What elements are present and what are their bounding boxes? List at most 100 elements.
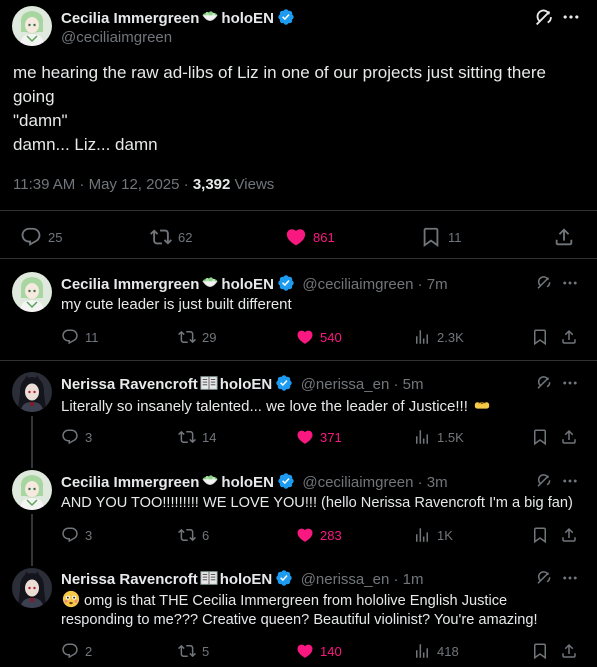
verified-badge-icon [277, 472, 295, 490]
author-handle[interactable]: @ceciliaimgreen · 7m [302, 276, 447, 293]
author-name[interactable]: Nerissa Ravencroft [61, 376, 198, 393]
heart-icon [285, 226, 307, 248]
tweet-text-line: me hearing the raw ad-libs of Liz in one… [13, 63, 546, 82]
timestamp[interactable]: 11:39 AM · May 12, 2025 · [13, 176, 193, 193]
author-suffix[interactable]: holoEN [221, 474, 274, 491]
grok-icon[interactable] [535, 274, 553, 297]
more-icon[interactable] [561, 374, 579, 397]
reply-count: 3 [85, 429, 93, 445]
repost-count: 6 [202, 527, 210, 543]
views-button[interactable]: 1.5K [413, 428, 464, 446]
author-handle[interactable]: @nerissa_en · 5m [301, 376, 424, 393]
more-icon[interactable] [561, 472, 579, 495]
share-button[interactable] [560, 328, 578, 346]
reply-icon [61, 328, 79, 346]
divider [0, 258, 597, 259]
views-count: 1K [437, 527, 453, 543]
reply-icon [61, 428, 79, 446]
reply-button[interactable]: 3 [61, 428, 92, 446]
reply-button[interactable]: 25 [20, 226, 62, 248]
author-name-row[interactable]: Cecilia Immergreen holoEN [61, 8, 295, 28]
bookmark-icon [531, 328, 549, 346]
avatar[interactable] [12, 6, 52, 46]
avatar[interactable] [12, 272, 52, 312]
repost-button[interactable]: 6 [178, 526, 209, 544]
share-button[interactable] [560, 526, 578, 544]
like-button[interactable]: 861 [285, 226, 335, 248]
grok-icon[interactable] [535, 569, 553, 592]
bookmark-button[interactable] [531, 526, 549, 544]
author-row: Cecilia Immergreen holoEN @ceciliaimgreen… [61, 472, 448, 492]
author-handle[interactable]: @ceciliaimgreen [61, 29, 172, 46]
author-name[interactable]: Cecilia Immergreen [61, 474, 199, 491]
views-count: 2.3K [437, 329, 464, 345]
avatar[interactable] [12, 470, 52, 510]
like-button[interactable]: 540 [296, 328, 342, 346]
more-icon[interactable] [561, 7, 583, 29]
author-name[interactable]: Nerissa Ravencroft [61, 571, 198, 588]
reply-icon [61, 526, 79, 544]
author-suffix[interactable]: holoEN [221, 276, 274, 293]
author-handle[interactable]: @nerissa_en · 1m [301, 571, 424, 588]
bookmark-button[interactable] [531, 642, 549, 660]
divider [0, 210, 597, 211]
author-suffix[interactable]: holoEN [220, 571, 273, 588]
grok-icon[interactable] [533, 7, 557, 31]
more-icon[interactable] [561, 274, 579, 297]
repost-button[interactable]: 62 [150, 226, 192, 248]
grok-icon[interactable] [535, 374, 553, 397]
share-button[interactable] [553, 226, 575, 248]
repost-count: 14 [202, 429, 217, 445]
heart-hands-icon [472, 396, 492, 414]
reply-icon [61, 642, 79, 660]
views-button[interactable]: 418 [413, 642, 459, 660]
views-count: 3,392 [192, 176, 231, 193]
reply-text: my cute leader is just built different [61, 296, 292, 313]
avatar[interactable] [12, 568, 52, 608]
like-count: 140 [320, 643, 342, 659]
repost-button[interactable]: 14 [178, 428, 216, 446]
bookmark-button[interactable]: 11 [420, 226, 462, 248]
reply-button[interactable]: 2 [61, 642, 92, 660]
like-count: 540 [320, 329, 342, 345]
tweet-text: me hearing the raw ad-libs of Liz in one… [13, 61, 588, 157]
thread-line [31, 416, 33, 468]
author-suffix[interactable]: holoEN [220, 376, 273, 393]
repost-icon [178, 428, 196, 446]
more-icon[interactable] [561, 569, 579, 592]
reply-button[interactable]: 11 [61, 328, 99, 346]
avatar[interactable] [12, 372, 52, 412]
author-handle[interactable]: @ceciliaimgreen · 3m [302, 474, 447, 491]
views-count: 1.5K [437, 429, 464, 445]
like-count: 861 [313, 229, 335, 245]
views-button[interactable]: 1K [413, 526, 453, 544]
bookmark-count: 11 [448, 229, 462, 245]
bookmark-button[interactable] [531, 328, 549, 346]
author-name[interactable]: Cecilia Immergreen [61, 276, 199, 293]
verified-badge-icon [275, 374, 293, 392]
like-button[interactable]: 371 [296, 428, 342, 446]
flushed-face-icon [62, 590, 80, 608]
share-icon [560, 428, 578, 446]
views-icon [413, 328, 431, 346]
reply-button[interactable]: 3 [61, 526, 92, 544]
views-button[interactable]: 2.3K [413, 328, 464, 346]
repost-count: 62 [178, 229, 193, 245]
author-name[interactable]: Cecilia Immergreen [61, 10, 199, 27]
salad-bowl-icon [200, 274, 220, 292]
repost-button[interactable]: 5 [178, 642, 209, 660]
tweet-text-line: "damn" [13, 111, 68, 130]
share-button[interactable] [560, 642, 578, 660]
like-button[interactable]: 283 [296, 526, 342, 544]
share-button[interactable] [560, 428, 578, 446]
tweet-text-line: damn... Liz... damn [13, 135, 158, 154]
bookmark-button[interactable] [531, 428, 549, 446]
repost-button[interactable]: 29 [178, 328, 216, 346]
reply-count: 2 [85, 643, 93, 659]
bookmark-icon [420, 226, 442, 248]
bookmark-icon [531, 428, 549, 446]
like-button[interactable]: 140 [296, 642, 342, 660]
grok-icon[interactable] [535, 472, 553, 495]
author-suffix[interactable]: holoEN [221, 10, 274, 27]
heart-icon [296, 328, 314, 346]
